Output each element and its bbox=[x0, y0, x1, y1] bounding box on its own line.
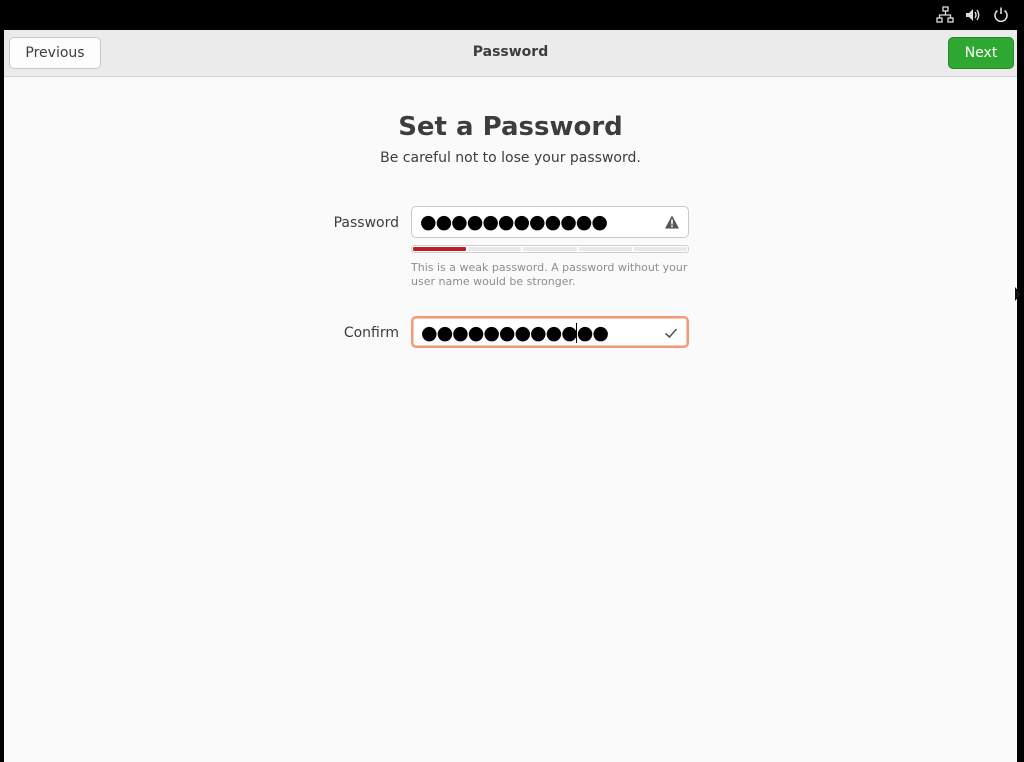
strength-segment bbox=[633, 247, 688, 251]
setup-window: Previous Password Next Set a Password Be… bbox=[4, 30, 1017, 762]
text-caret bbox=[576, 323, 577, 343]
next-button[interactable]: Next bbox=[948, 37, 1014, 69]
password-label: Password bbox=[333, 215, 399, 231]
password-field[interactable]: ●●●●●●●●●●●● bbox=[411, 206, 689, 238]
confirm-value: ●●●●●●●●●●●● bbox=[421, 322, 609, 344]
confirm-label: Confirm bbox=[343, 325, 399, 341]
strength-segment bbox=[578, 247, 632, 251]
strength-segment bbox=[523, 247, 577, 251]
strength-segment bbox=[468, 247, 522, 251]
password-value: ●●●●●●●●●●●● bbox=[420, 211, 608, 233]
warning-icon[interactable] bbox=[664, 214, 680, 230]
strength-segment bbox=[413, 247, 467, 251]
network-icon[interactable] bbox=[936, 6, 954, 24]
mouse-pointer bbox=[1015, 287, 1021, 301]
volume-icon[interactable] bbox=[964, 6, 982, 24]
power-icon[interactable] bbox=[992, 6, 1010, 24]
system-top-bar bbox=[0, 0, 1024, 30]
header-bar: Previous Password Next bbox=[4, 30, 1017, 77]
password-strength-meter bbox=[411, 245, 689, 253]
confirm-password-field[interactable]: ●●●●●●●●●●●● bbox=[411, 316, 689, 348]
check-icon bbox=[663, 325, 679, 341]
system-tray bbox=[936, 6, 1010, 24]
page-title: Set a Password bbox=[398, 112, 623, 142]
page-subtitle: Be careful not to lose your password. bbox=[380, 150, 641, 166]
password-strength-hint: This is a weak password. A password with… bbox=[411, 261, 688, 288]
window-title: Password bbox=[472, 44, 549, 60]
